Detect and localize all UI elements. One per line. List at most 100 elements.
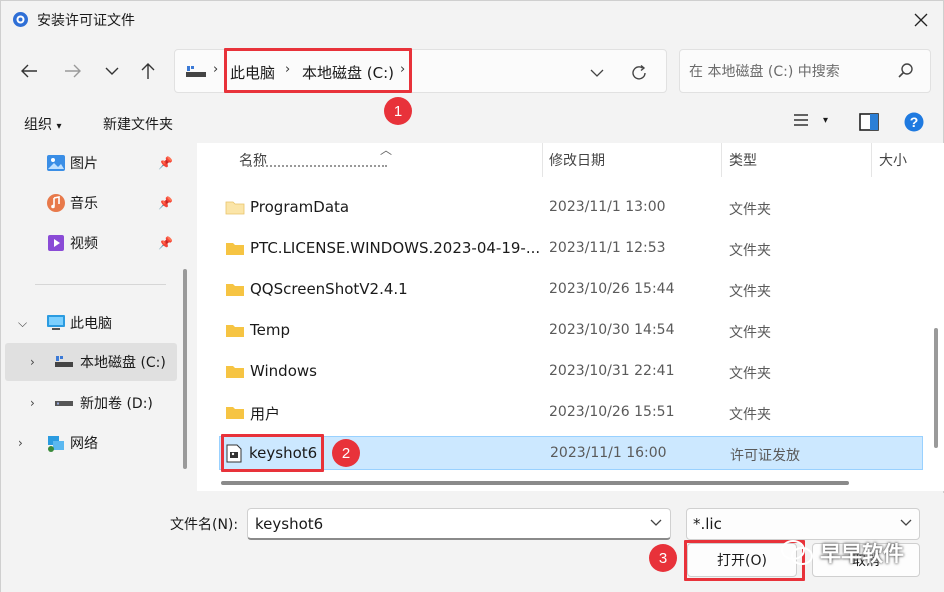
organize-menu[interactable]: 组织 ▾: [24, 114, 61, 134]
arrow-up-icon: [141, 63, 155, 79]
music-icon: [47, 194, 65, 212]
annotation-highlight-address: [224, 48, 412, 93]
file-date: 2023/10/26 15:51: [549, 404, 675, 420]
file-name: ProgramData: [250, 198, 350, 216]
file-type: 文件夹: [729, 366, 771, 382]
file-date: 2023/11/1 13:00: [549, 199, 666, 215]
chevron-down-icon: [590, 69, 604, 77]
scrolled-row-fragment: [247, 165, 397, 175]
sidebar-item-label: 图片: [70, 156, 98, 172]
chevron-down-icon[interactable]: [650, 517, 662, 527]
chevron-down-icon[interactable]: ⌵: [18, 316, 27, 331]
file-open-dialog: 安装许可证文件 › 此电脑 › 本地磁盘 (C:) › 1 在 本地磁盘 (C:…: [0, 0, 944, 592]
up-button[interactable]: [134, 57, 162, 85]
sidebar-item-videos[interactable]: 视频 📌: [1, 224, 177, 262]
navigation-pane: 图片 📌 音乐 📌 视频 📌 ⌵ 此电脑 › 本地磁盘 (C:) › 新加卷 (…: [1, 143, 191, 493]
chevron-right-icon[interactable]: ›: [30, 396, 35, 410]
svg-text:?: ?: [910, 114, 919, 130]
file-name: 用户: [250, 405, 281, 423]
file-date: 2023/10/31 22:41: [549, 363, 675, 379]
list-view-icon: [794, 114, 808, 126]
folder-icon: [226, 284, 244, 296]
file-row[interactable]: Windows 2023/10/31 22:41 文件夹: [221, 355, 923, 389]
address-history-dropdown[interactable]: [585, 61, 609, 85]
close-button[interactable]: [901, 5, 941, 35]
pin-icon: 📌: [158, 236, 173, 250]
sidebar-divider: [35, 284, 166, 285]
sidebar-item-label: 音乐: [70, 196, 98, 212]
back-button[interactable]: [15, 57, 43, 85]
vertical-scrollbar[interactable]: [934, 328, 938, 448]
folder-icon: [226, 325, 244, 337]
sidebar-item-new-volume-d[interactable]: › 新加卷 (D:): [1, 384, 177, 422]
preview-pane-button[interactable]: [859, 113, 879, 131]
caret-down-icon: ▾: [823, 114, 829, 126]
help-button[interactable]: ?: [904, 112, 924, 132]
refresh-icon: [632, 64, 646, 80]
sidebar-item-network[interactable]: › 网络: [1, 424, 177, 462]
folder-icon: [225, 201, 245, 215]
file-list: ︿ 名称 修改日期 类型 大小 ProgramData 2023/11/1 13…: [197, 143, 944, 491]
pin-icon: 📌: [158, 196, 173, 210]
arrow-left-icon: [21, 64, 37, 78]
file-type: 文件夹: [729, 284, 771, 300]
file-type: 文件夹: [729, 202, 771, 218]
file-date: 2023/11/1 12:53: [549, 240, 666, 256]
app-icon: [13, 12, 28, 27]
forward-button[interactable]: [59, 57, 87, 85]
view-options-button[interactable]: ▾: [793, 113, 828, 127]
sidebar-item-pictures[interactable]: 图片 📌: [1, 144, 177, 182]
column-header-type[interactable]: 类型: [729, 143, 757, 177]
sidebar-item-label: 视频: [70, 236, 98, 252]
filename-input[interactable]: keyshot6: [247, 508, 671, 540]
sidebar-item-this-pc[interactable]: ⌵ 此电脑: [1, 304, 177, 342]
chevron-down-icon: [105, 67, 119, 75]
recent-locations-button[interactable]: [98, 57, 126, 85]
annotation-badge-3: 3: [649, 544, 677, 572]
preview-pane-icon: [859, 113, 879, 131]
pin-icon: 📌: [158, 156, 173, 170]
file-row[interactable]: PTC.LICENSE.WINDOWS.2023-04-19-... 2023/…: [221, 232, 923, 266]
sidebar-item-label: 本地磁盘 (C:): [80, 355, 166, 371]
search-input[interactable]: [689, 61, 889, 83]
folder-icon: [226, 407, 244, 419]
this-pc-icon: [47, 315, 65, 330]
file-name: PTC.LICENSE.WINDOWS.2023-04-19-...: [250, 239, 541, 257]
new-folder-button[interactable]: 新建文件夹: [103, 114, 173, 134]
sidebar-item-label: 新加卷 (D:): [80, 396, 153, 412]
annotation-badge-2: 2: [332, 439, 360, 467]
dialog-footer: 文件名(N): keyshot6 *.lic 打开(O) 取消 3 早早软件: [1, 493, 944, 592]
sidebar-item-local-disk-c[interactable]: › 本地磁盘 (C:): [5, 343, 177, 381]
horizontal-scrollbar[interactable]: [221, 481, 849, 485]
videos-icon: [48, 235, 64, 251]
file-type: 许可证发放: [730, 448, 800, 464]
chevron-right-icon[interactable]: ›: [30, 355, 35, 369]
sidebar-item-music[interactable]: 音乐 📌: [1, 184, 177, 222]
refresh-button[interactable]: [627, 61, 651, 85]
file-row-selected[interactable]: keyshot6 2023/11/1 16:00 许可证发放: [219, 436, 923, 470]
column-header-size[interactable]: 大小: [879, 143, 907, 177]
search-icon: [898, 63, 913, 78]
sort-ascending-icon: ︿: [380, 143, 393, 157]
search-box[interactable]: [679, 49, 931, 93]
file-row[interactable]: ProgramData 2023/11/1 13:00 文件夹: [221, 191, 923, 225]
chevron-right-icon[interactable]: ›: [18, 436, 23, 450]
wechat-logo-icon: [781, 540, 813, 565]
file-row[interactable]: QQScreenShotV2.4.1 2023/10/26 15:44 文件夹: [221, 273, 923, 307]
watermark-text: 早早软件: [820, 542, 904, 566]
pictures-icon: [47, 155, 65, 171]
sidebar-item-label: 此电脑: [70, 316, 112, 332]
column-divider: [721, 143, 722, 177]
sidebar-scrollbar[interactable]: [183, 269, 187, 469]
help-icon: ?: [904, 112, 924, 132]
column-header-modified[interactable]: 修改日期: [549, 143, 605, 177]
command-bar: 组织 ▾ 新建文件夹 ▾ ?: [1, 105, 944, 141]
drive-icon: [186, 66, 206, 77]
title-bar: 安装许可证文件: [1, 1, 944, 39]
watermark: 早早软件: [780, 535, 930, 571]
file-row[interactable]: 用户 2023/10/26 15:51 文件夹: [221, 396, 923, 430]
file-type: 文件夹: [729, 325, 771, 341]
file-row[interactable]: Temp 2023/10/30 14:54 文件夹: [221, 314, 923, 348]
file-type: 文件夹: [729, 407, 771, 423]
folder-icon: [226, 366, 244, 378]
